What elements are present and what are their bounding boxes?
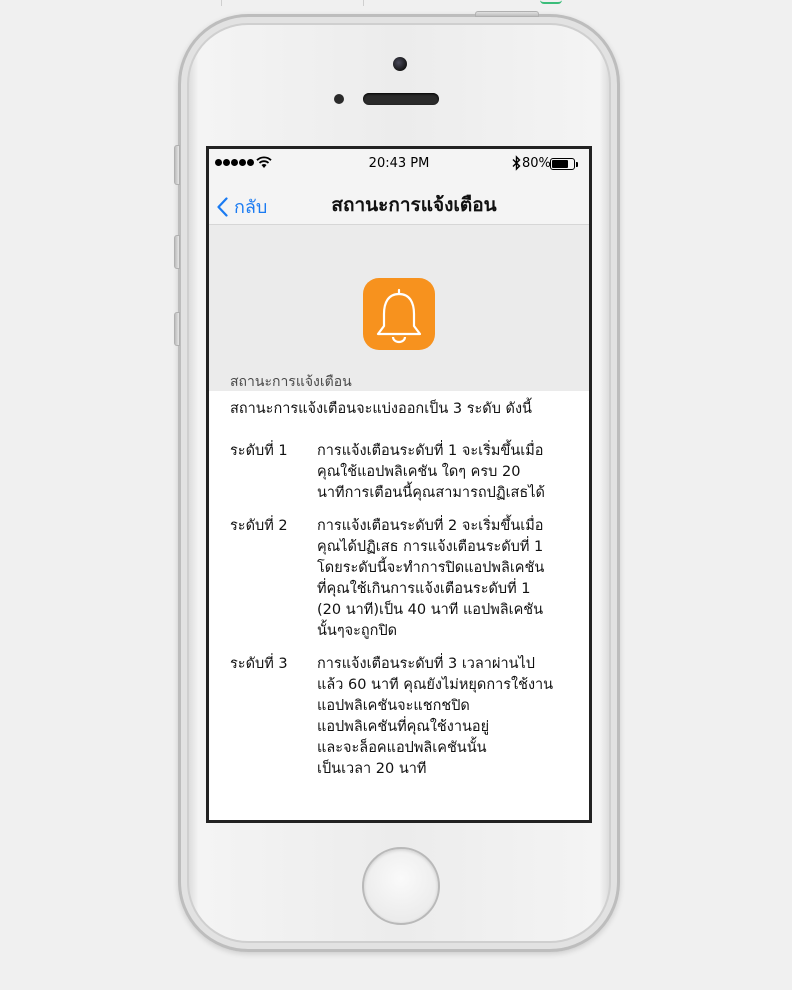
battery-percent: 80% (522, 156, 551, 171)
hero-section: สถานะการแจ้งเตือน (209, 225, 589, 391)
battery-icon (550, 158, 575, 170)
navigation-bar: กลับ สถานะการแจ้งเตือน (209, 179, 589, 225)
level-name: ระดับที่ 2 (230, 518, 288, 534)
status-bar: 20:43 PM 80% (209, 149, 589, 179)
level-description: การแจ้งเตือนระดับที่ 1 จะเริ่มขึ้นเมื่อ … (317, 443, 545, 501)
level-description: การแจ้งเตือนระดับที่ 3 เวลาผ่านไป แล้ว 6… (317, 656, 554, 777)
divider (363, 0, 364, 6)
level-item: ระดับที่ 3 การแจ้งเตือนระดับที่ 3 เวลาผ่… (230, 654, 569, 780)
proximity-sensor (334, 94, 344, 104)
power-button (475, 11, 539, 17)
bluetooth-icon (512, 155, 521, 171)
bell-icon (363, 278, 435, 350)
volume-up-button (174, 235, 180, 269)
divider (221, 0, 222, 6)
level-item: ระดับที่ 1 การแจ้งเตือนระดับที่ 1 จะเริ่… (230, 441, 569, 504)
intro-text: สถานะการแจ้งเตือนจะแบ่งออกเป็น 3 ระดับ ด… (230, 401, 532, 417)
level-name: ระดับที่ 1 (230, 443, 288, 459)
content-body: สถานะการแจ้งเตือนจะแบ่งออกเป็น 3 ระดับ ด… (209, 391, 589, 780)
page-title: สถานะการแจ้งเตือน (331, 194, 497, 216)
mute-switch (174, 145, 180, 185)
front-camera (393, 57, 407, 71)
phone-screen: 20:43 PM 80% กลับ สถานะการแจ้งเตือน สถาน… (206, 146, 592, 823)
decorative-accent (540, 0, 562, 4)
level-item: ระดับที่ 2 การแจ้งเตือนระดับที่ 2 จะเริ่… (230, 516, 569, 642)
battery-tip (576, 162, 578, 167)
home-button[interactable] (362, 847, 440, 925)
level-name: ระดับที่ 3 (230, 656, 288, 672)
battery-fill (552, 160, 568, 168)
section-label: สถานะการแจ้งเตือน (230, 374, 352, 390)
volume-down-button (174, 312, 180, 346)
level-description: การแจ้งเตือนระดับที่ 2 จะเริ่มขึ้นเมื่อ … (317, 518, 545, 639)
earpiece-speaker (363, 93, 439, 105)
